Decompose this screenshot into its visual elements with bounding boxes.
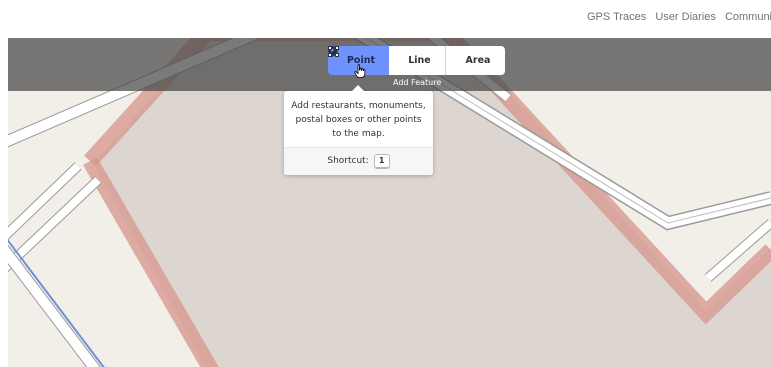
map-canvas[interactable]: Point Line Area Add Feature Add restaura… [8, 38, 771, 367]
road-3 [8, 246, 100, 367]
nav-link-gps-traces[interactable]: GPS Traces [587, 11, 646, 23]
nav-link-communities[interactable]: Communitie [725, 11, 771, 23]
shortcut-label: Shortcut: [327, 156, 369, 166]
add-feature-label: Add Feature [393, 78, 442, 87]
nav-link-user-diaries[interactable]: User Diaries [655, 11, 716, 23]
add-line-label: Line [408, 55, 431, 66]
app-root: GPS Traces User Diaries Communitie [0, 0, 771, 367]
add-line-button[interactable]: Line [328, 46, 446, 75]
top-toolbar: Point Line Area Add Feature [8, 38, 771, 91]
add-area-button[interactable]: Area [328, 46, 505, 75]
tooltip-description: Add restaurants, monuments, postal boxes… [291, 101, 426, 139]
tooltip-shortcut: Shortcut: 1 [284, 147, 433, 175]
add-area-label: Area [465, 55, 491, 66]
tooltip-arrow [352, 85, 364, 91]
nav-links: GPS Traces User Diaries Communitie [587, 11, 771, 23]
point-tooltip: Add restaurants, monuments, postal boxes… [284, 85, 433, 175]
shortcut-key: 1 [373, 154, 390, 169]
top-nav: GPS Traces User Diaries Communitie [0, 0, 771, 38]
